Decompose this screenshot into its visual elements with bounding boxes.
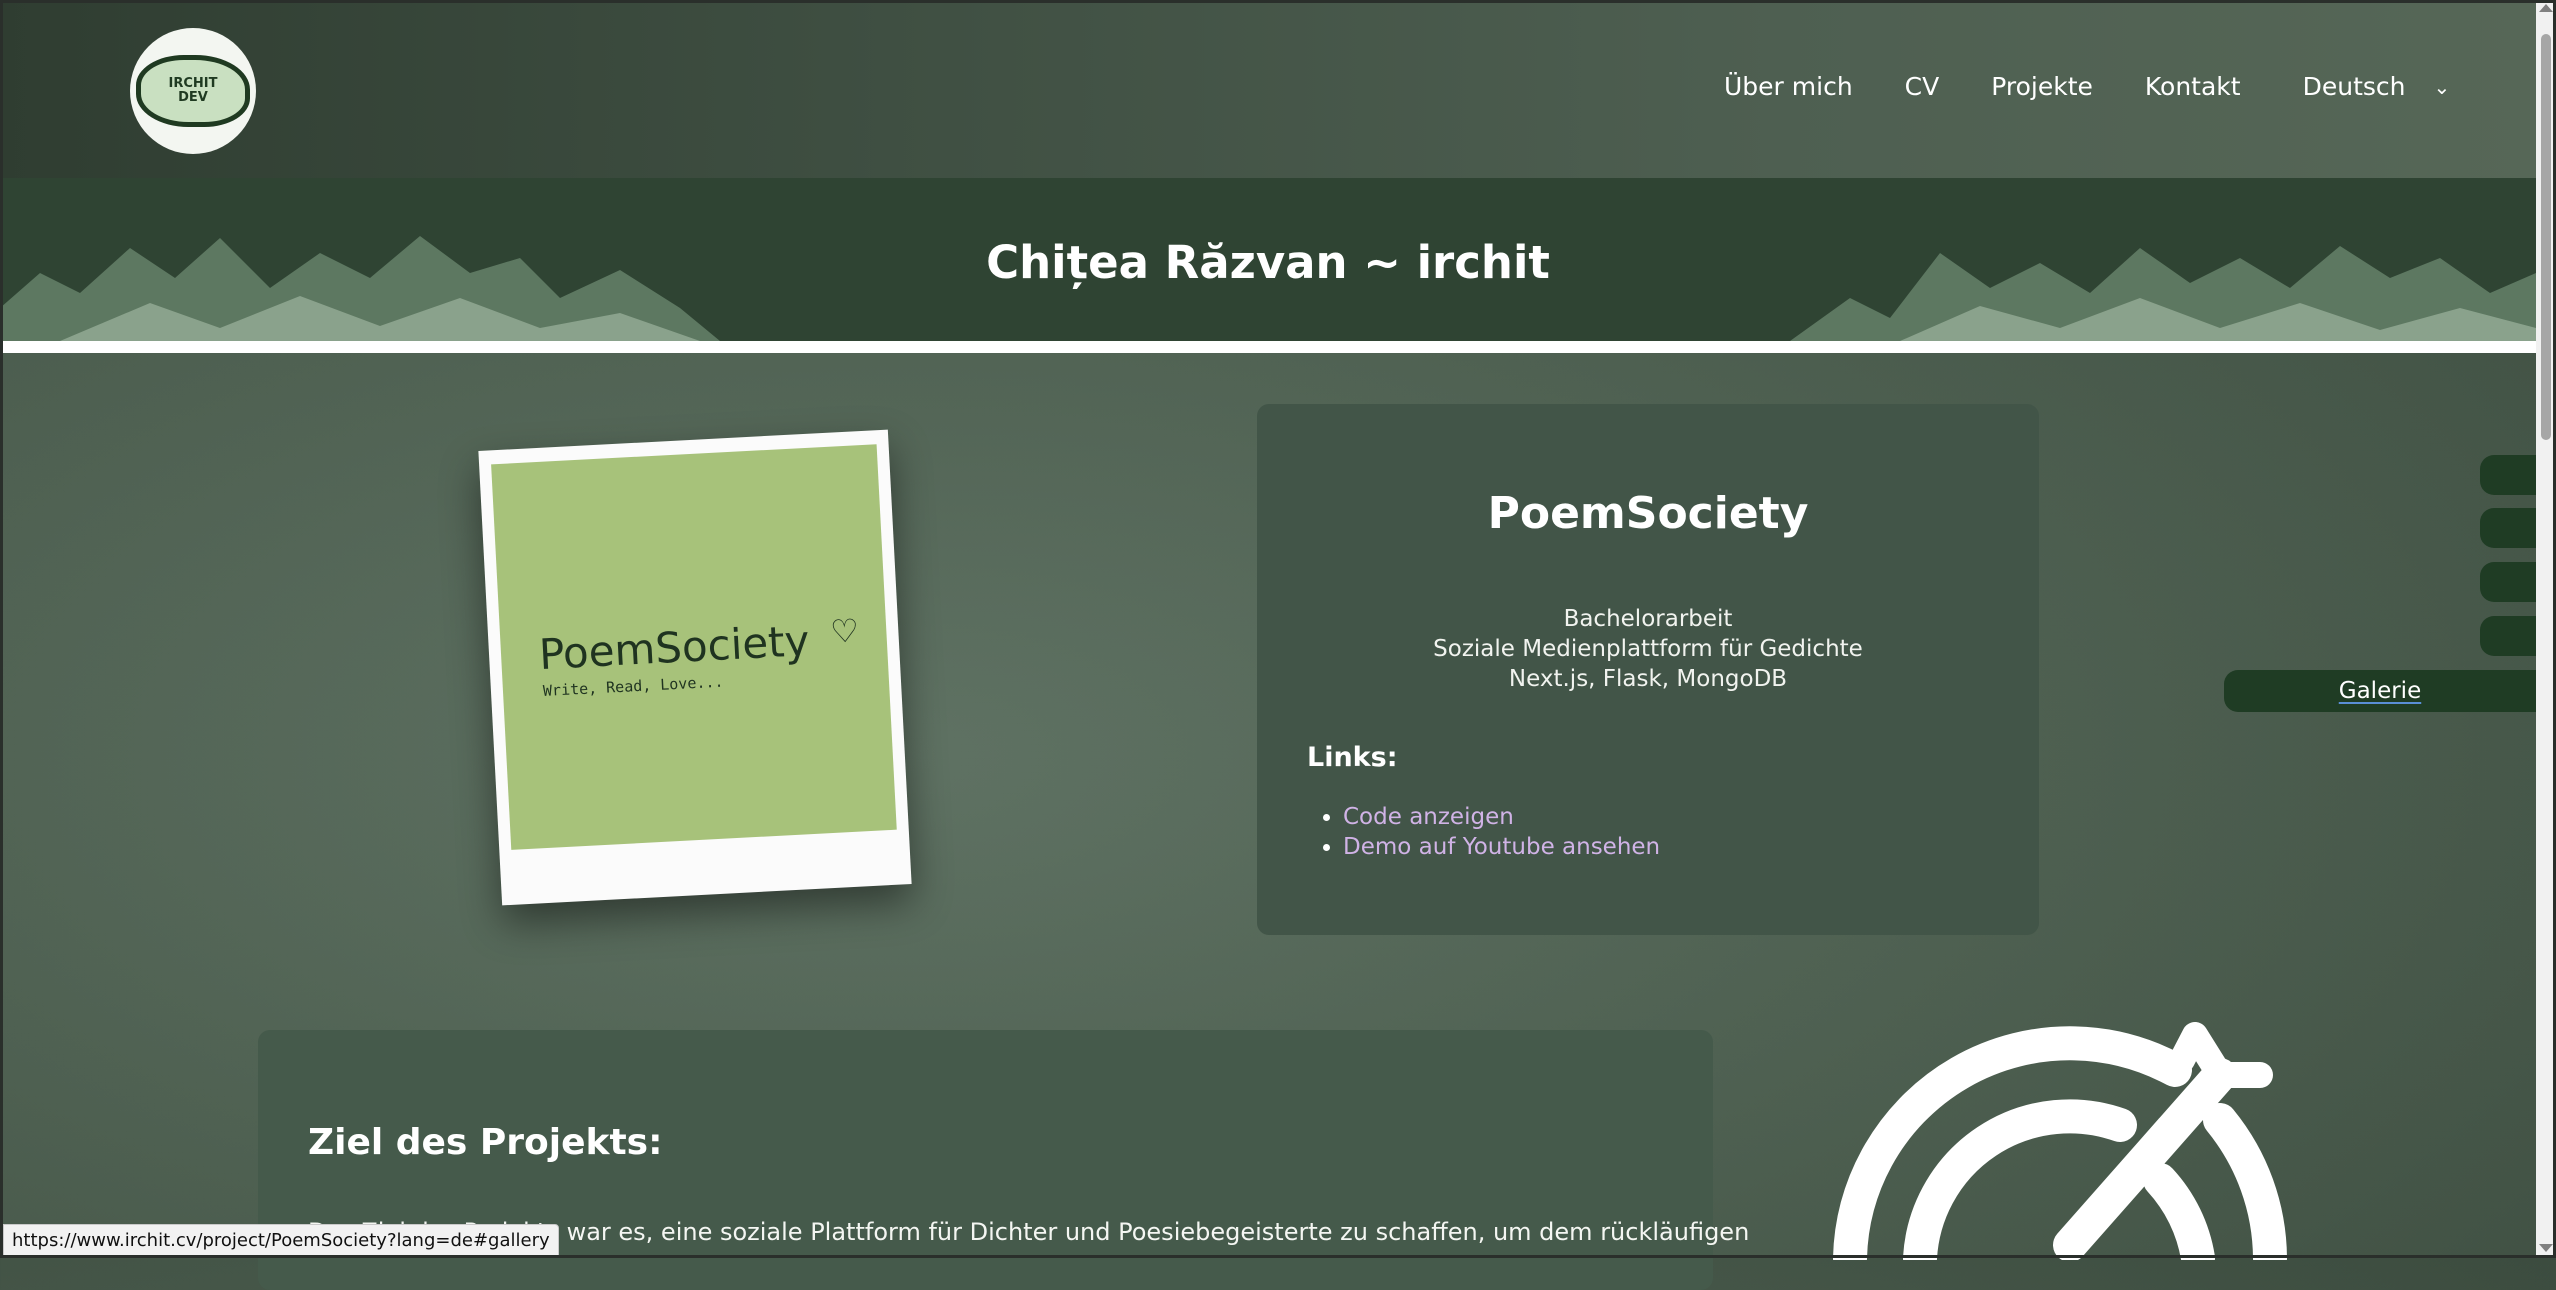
project-title: PoemSociety [1487,488,1809,539]
list-item: Code anzeigen [1343,802,1660,832]
logo-badge: IRCHIT DEV [136,55,250,127]
target-arrow-icon [1833,1022,2287,1260]
project-logo-image: PoemSociety ♡ Write, Read, Love... [491,444,897,850]
status-bar-url: https://www.irchit.cv/project/PoemSociet… [3,1224,559,1258]
project-stack: Next.js, Flask, MongoDB [1508,666,1788,692]
chevron-down-icon: ⌄ [2433,74,2451,99]
site-logo[interactable]: IRCHIT DEV [130,28,256,154]
logo-line-1: IRCHIT [168,76,218,91]
page-title: Chițea Răzvan ~ irchit [986,236,1550,289]
scroll-up-arrow-icon[interactable] [2539,4,2553,12]
project-description: Soziale Medienplattform für Gedichte [1433,636,1863,662]
scrollbar-thumb[interactable] [2541,34,2551,440]
goal-heading: Ziel des Projekts: [308,1122,663,1163]
side-nav-gallery-tab[interactable]: Galerie [2224,670,2536,712]
nav-link-about[interactable]: Über mich [1724,72,1853,101]
hero-banner: Chițea Răzvan ~ irchit [0,178,2536,341]
logo-line-2: DEV [178,90,208,105]
scroll-down-arrow-icon[interactable] [2539,1244,2553,1252]
nav-link-cv[interactable]: CV [1905,72,1940,101]
language-value: Deutsch [2302,72,2406,101]
project-type: Bachelorarbeit [1563,606,1733,632]
links-heading: Links: [1307,742,1398,773]
image-brand-text: PoemSociety [537,616,811,680]
project-info-card: PoemSociety Bachelorarbeit Soziale Medie… [1257,404,2039,935]
project-details: Bachelorarbeit Soziale Medienplattform f… [1257,604,2039,694]
youtube-demo-link[interactable]: Demo auf Youtube ansehen [1343,834,1660,860]
hero-divider [0,341,2536,353]
main-nav: Über mich CV Projekte Kontakt Deutsch ⌄ [1724,72,2450,101]
project-image-polaroid[interactable]: PoemSociety ♡ Write, Read, Love... [478,429,912,906]
nav-link-projects[interactable]: Projekte [1991,72,2093,101]
gallery-label: Galerie [2338,678,2422,704]
code-link[interactable]: Code anzeigen [1343,804,1514,830]
nav-link-contact[interactable]: Kontakt [2145,72,2241,101]
top-navigation-bar: IRCHIT DEV Über mich CV Projekte Kontakt… [0,0,2536,178]
project-links-list: Code anzeigen Demo auf Youtube ansehen [1317,802,1660,862]
heart-icon: ♡ [829,611,860,651]
language-select[interactable]: Deutsch ⌄ [2303,72,2451,101]
list-item: Demo auf Youtube ansehen [1343,832,1660,862]
